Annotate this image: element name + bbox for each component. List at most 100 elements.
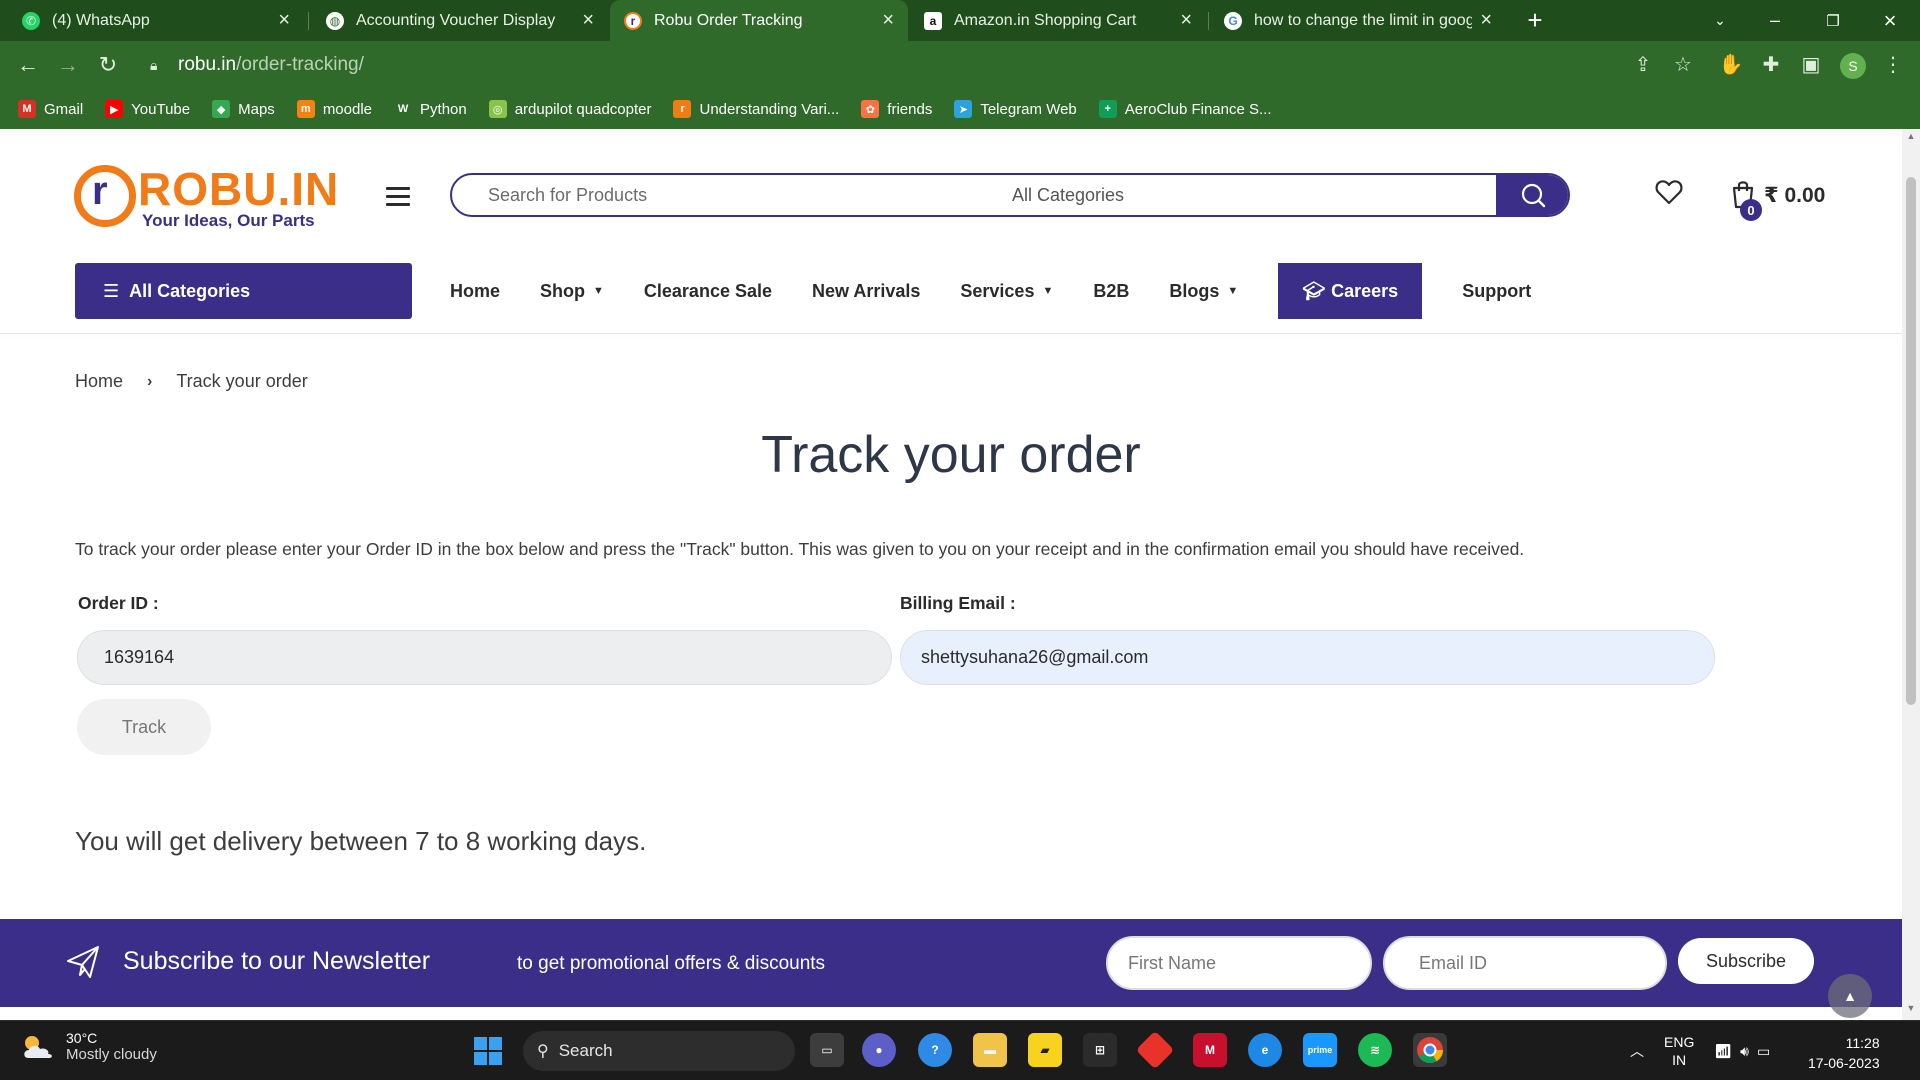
scroll-down-arrow-icon[interactable]: ▼ — [1902, 1003, 1920, 1019]
nav-clearance-sale[interactable]: Clearance Sale — [644, 281, 772, 302]
search-input[interactable] — [488, 184, 1008, 206]
bookmark-item[interactable]: + AeroClub Finance S... — [1098, 100, 1272, 118]
language-code: ENG — [1664, 1034, 1695, 1050]
scroll-up-arrow-icon[interactable]: ▲ — [1902, 131, 1920, 147]
minimize-button[interactable]: – — [1745, 0, 1805, 41]
side-panel-icon[interactable]: ▣ — [1796, 49, 1826, 79]
close-icon[interactable]: × — [1480, 9, 1492, 32]
nav-b2b[interactable]: B2B — [1093, 281, 1129, 302]
bookmark-item[interactable]: ✿ friends — [861, 100, 932, 118]
nav-services[interactable]: Services ▼ — [960, 281, 1053, 302]
microsoft-store-icon[interactable]: ⊞ — [1083, 1033, 1117, 1067]
battery-icon[interactable]: ▭ — [1757, 1043, 1770, 1060]
hamburger-menu-icon[interactable] — [386, 187, 410, 207]
careers-button[interactable]: 🎓︎ Careers — [1278, 263, 1423, 319]
track-button[interactable]: Track — [77, 699, 211, 755]
restore-button[interactable]: ❐ — [1803, 0, 1863, 41]
reload-icon[interactable]: ↻ — [92, 49, 124, 81]
bookmark-item[interactable]: r Understanding Vari... — [673, 100, 839, 118]
bookmark-item[interactable]: W Python — [394, 100, 467, 118]
billing-email-input[interactable] — [900, 630, 1715, 685]
weather-widget[interactable]: 30°C Mostly cloudy — [20, 1030, 157, 1063]
tab-google-search[interactable]: G how to change the limit in googl × — [1210, 0, 1506, 41]
close-icon[interactable]: × — [1180, 9, 1192, 32]
tab-robu-order-tracking[interactable]: r Robu Order Tracking × — [610, 0, 908, 41]
teams-chat-icon[interactable]: ● — [862, 1033, 896, 1067]
nav-shop[interactable]: Shop ▼ — [540, 281, 604, 302]
close-icon[interactable]: × — [582, 9, 594, 32]
bookmark-item[interactable]: ◆ Maps — [212, 100, 275, 118]
main-navigation: Home Shop ▼ Clearance Sale New Arrivals S… — [430, 263, 1551, 319]
forward-arrow-icon[interactable]: → — [52, 49, 84, 81]
chevron-up-icon[interactable]: ︿ — [1630, 1041, 1644, 1061]
bookmark-item[interactable]: ➤ Telegram Web — [954, 100, 1077, 118]
mcafee-icon[interactable]: M — [1193, 1033, 1227, 1067]
nav-label: Support — [1462, 280, 1532, 301]
logo-tagline: Your Ideas, Our Parts — [142, 211, 315, 230]
extension-stop-icon[interactable]: ✋ — [1716, 49, 1746, 79]
nav-home[interactable]: Home — [450, 281, 500, 302]
newsletter-section: Subscribe to our Newsletter to get promo… — [0, 919, 1902, 1007]
bookmark-item[interactable]: ◎ ardupilot quadcopter — [488, 100, 651, 118]
tab-amazon-cart[interactable]: a Amazon.in Shopping Cart × — [910, 0, 1206, 41]
first-name-input[interactable] — [1106, 936, 1372, 990]
new-tab-button[interactable]: + — [1520, 6, 1550, 36]
scroll-thumb[interactable] — [1906, 177, 1916, 705]
close-window-button[interactable]: × — [1860, 0, 1920, 41]
breadcrumb-home-link[interactable]: Home — [75, 371, 123, 392]
nav-new-arrivals[interactable]: New Arrivals — [812, 281, 920, 302]
prime-video-icon[interactable]: prime — [1303, 1033, 1337, 1067]
wifi-icon[interactable]: 📶︎ — [1714, 1043, 1732, 1060]
back-arrow-icon[interactable]: ← — [12, 49, 44, 81]
back-to-top-button[interactable]: ▲ — [1828, 974, 1872, 1018]
nav-support[interactable]: Support — [1462, 281, 1531, 302]
task-view-icon[interactable]: ▭ — [810, 1033, 844, 1067]
newsletter-email-input[interactable] — [1383, 936, 1667, 990]
order-id-input[interactable] — [77, 630, 892, 685]
ardupilot-icon: ◎ — [488, 100, 507, 118]
bookmark-item[interactable]: m moodle — [296, 100, 372, 118]
newsletter-subtitle: to get promotional offers & discounts — [517, 953, 826, 974]
file-explorer-icon[interactable]: ▬ — [973, 1033, 1007, 1067]
tab-accounting-voucher[interactable]: ◍ Accounting Voucher Display × — [312, 0, 608, 41]
moodle-icon: m — [296, 100, 315, 118]
extensions-puzzle-icon[interactable]: ✚ — [1756, 49, 1786, 79]
wishlist-button[interactable] — [1655, 179, 1685, 209]
bookmark-label: Telegram Web — [980, 100, 1077, 118]
chrome-icon[interactable] — [1413, 1033, 1447, 1067]
spotify-icon[interactable]: ≋ — [1358, 1033, 1392, 1067]
windows-start-icon[interactable] — [474, 1037, 502, 1065]
site-logo[interactable]: r ROBU.IN Your Ideas, Our Parts — [74, 163, 338, 233]
chevron-down-icon: ▼ — [1227, 285, 1239, 297]
help-icon[interactable]: ? — [918, 1033, 952, 1067]
sheets-icon: + — [1098, 100, 1117, 118]
taskbar-search[interactable]: ⚲ Search — [523, 1031, 795, 1071]
menu-kebab-icon[interactable]: ⋮ — [1878, 49, 1908, 79]
office-app-icon[interactable] — [1135, 1030, 1175, 1070]
tab-search-icon[interactable]: ⌄ — [1690, 0, 1750, 41]
header-divider — [0, 333, 1902, 334]
category-select[interactable]: All Categories ▲▼ — [1012, 175, 1520, 215]
sticky-notes-icon[interactable]: ▰ — [1028, 1033, 1062, 1067]
cart-total[interactable]: ₹ 0.00 — [1764, 183, 1825, 208]
edge-browser-icon[interactable]: e — [1248, 1033, 1282, 1067]
volume-icon[interactable]: 🔊︎ — [1740, 1043, 1749, 1060]
subscribe-button[interactable]: Subscribe — [1678, 938, 1814, 984]
bookmark-item[interactable]: M Gmail — [18, 100, 83, 118]
chrome-logo-icon — [1417, 1037, 1444, 1064]
star-icon[interactable]: ☆ — [1668, 49, 1698, 79]
share-icon[interactable]: ⇪ — [1628, 49, 1658, 79]
close-icon[interactable]: × — [882, 9, 894, 32]
search-button[interactable] — [1496, 175, 1568, 215]
language-indicator[interactable]: ENG IN — [1664, 1033, 1694, 1069]
page-scrollbar[interactable]: ▲ ▼ — [1902, 129, 1920, 1020]
address-bar[interactable]: 🔒︎ robu.in/order-tracking/ — [140, 47, 1680, 83]
bookmark-item[interactable]: ▶ YouTube — [105, 100, 190, 118]
tab-whatsapp[interactable]: ✆ (4) WhatsApp × — [8, 0, 304, 41]
taskbar-clock[interactable]: 11:28 17-06-2023 — [1808, 1033, 1880, 1073]
profile-avatar[interactable]: S — [1840, 53, 1866, 79]
close-icon[interactable]: × — [278, 9, 290, 32]
nav-blogs[interactable]: Blogs ▼ — [1169, 281, 1238, 302]
nav-label: Home — [450, 280, 501, 301]
all-categories-button[interactable]: ☰ All Categories — [75, 263, 412, 319]
